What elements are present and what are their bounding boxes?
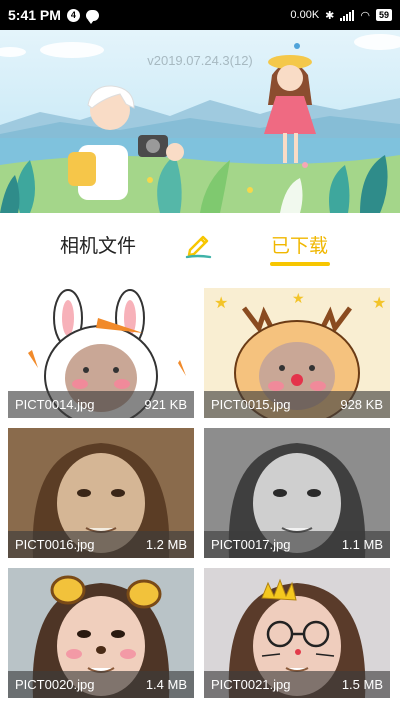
- photo-filename: PICT0020.jpg: [15, 677, 95, 692]
- photo-caption: PICT0015.jpg 928 KB: [204, 391, 390, 418]
- photo-filesize: 1.2 MB: [145, 537, 187, 552]
- svg-text:★: ★: [292, 290, 305, 306]
- edit-pencil-icon[interactable]: [183, 228, 215, 260]
- svg-text:★: ★: [372, 295, 386, 312]
- photo-card[interactable]: ★ ★ ★ PICT0015.jpg 928 KB: [204, 288, 390, 418]
- signal-icon: [340, 9, 355, 21]
- message-icon: [85, 9, 99, 24]
- photo-filesize: 1.1 MB: [341, 537, 383, 552]
- photo-card[interactable]: PICT0020.jpg 1.4 MB: [8, 568, 194, 698]
- photo-filename: PICT0015.jpg: [211, 397, 291, 412]
- photo-filesize: 1.4 MB: [145, 677, 187, 692]
- photo-caption: PICT0020.jpg 1.4 MB: [8, 671, 194, 698]
- bluetooth-icon: ✱: [325, 9, 335, 22]
- network-speed: 0.00K: [290, 9, 320, 21]
- photo-caption: PICT0017.jpg 1.1 MB: [204, 531, 390, 558]
- notification-count-icon: 4: [66, 8, 80, 22]
- photo-filesize: 1.5 MB: [341, 677, 383, 692]
- photo-filesize: 921 KB: [144, 397, 187, 412]
- photo-filesize: 928 KB: [340, 397, 383, 412]
- photo-caption: PICT0014.jpg 921 KB: [8, 391, 194, 418]
- photo-filename: PICT0016.jpg: [15, 537, 95, 552]
- wifi-icon: ◠: [360, 9, 370, 22]
- tab-camera-files[interactable]: 相机文件: [60, 231, 136, 258]
- photo-card[interactable]: PICT0014.jpg 921 KB: [8, 288, 194, 418]
- header-banner: v2019.07.24.3(12): [0, 30, 400, 213]
- photo-filename: PICT0014.jpg: [15, 397, 95, 412]
- tab-bar: 相机文件 已下载: [0, 213, 400, 285]
- photo-card[interactable]: PICT0016.jpg 1.2 MB: [8, 428, 194, 558]
- app-version: v2019.07.24.3(12): [147, 53, 253, 68]
- battery-indicator: 59: [375, 9, 392, 21]
- status-time: 5:41 PM: [8, 7, 61, 23]
- photo-filename: PICT0021.jpg: [211, 677, 291, 692]
- photo-card[interactable]: PICT0021.jpg 1.5 MB: [204, 568, 390, 698]
- photo-filename: PICT0017.jpg: [211, 537, 291, 552]
- status-bar: 5:41 PM 4 0.00K ✱ ◠ 59: [0, 0, 400, 30]
- photo-caption: PICT0016.jpg 1.2 MB: [8, 531, 194, 558]
- active-tab-indicator: [270, 262, 330, 266]
- tab-downloaded[interactable]: 已下载: [271, 231, 328, 258]
- photo-grid: PICT0014.jpg 921 KB ★ ★ ★ PICT0015.jpg 9…: [0, 285, 400, 711]
- photo-caption: PICT0021.jpg 1.5 MB: [204, 671, 390, 698]
- photo-card[interactable]: PICT0017.jpg 1.1 MB: [204, 428, 390, 558]
- svg-text:★: ★: [214, 295, 228, 312]
